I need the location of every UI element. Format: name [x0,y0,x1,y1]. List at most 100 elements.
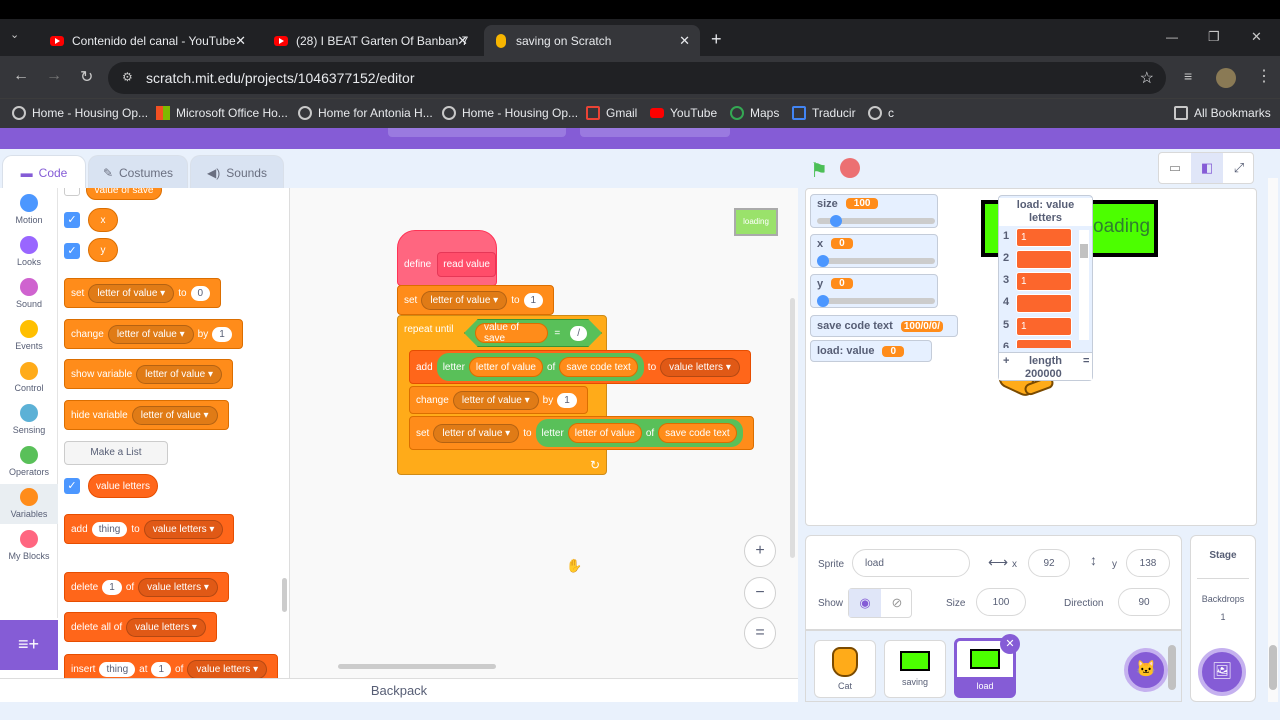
reporter-y[interactable]: y [88,238,118,262]
reporter-x[interactable]: x [88,208,118,232]
category-looks[interactable]: Looks [0,236,58,267]
script-add-to-list-block[interactable]: add letter letter of value of save code tex… [409,350,751,384]
reporter-value-letters[interactable]: value letters [88,474,158,498]
delete-sprite-icon[interactable]: ✕ [1000,634,1020,654]
address-bar[interactable]: ⚙ scratch.mit.edu/projects/1046377152/ed… [108,62,1166,94]
bookmark-3[interactable]: Home for Antonia H... [298,104,433,122]
show-eye-icon[interactable]: ◉ [849,589,881,617]
add-extension-button[interactable]: ≡+ [0,620,58,670]
list-item[interactable]: 1 [1016,272,1072,291]
reporter-value-of-save[interactable]: value of save [86,188,162,200]
list-scrollbar[interactable] [1079,230,1089,340]
checkbox-value-of-save[interactable] [64,188,80,196]
tab-costumes[interactable]: ✎ Costumes [88,155,188,189]
define-block-hat[interactable]: define read value [397,230,497,286]
block-add-to-list[interactable]: add thing to value letters [64,514,235,544]
script-set-block[interactable]: setletter of valueto1 [397,285,555,315]
y-input[interactable]: 138 [1126,549,1170,577]
checkbox-y[interactable]: ✓ [64,243,80,259]
list-item[interactable] [1016,294,1072,313]
block-hide-variable[interactable]: hide variable letter of value [64,400,229,430]
bookmark-gmail[interactable]: Gmail [586,104,637,122]
category-motion[interactable]: Motion [0,194,58,225]
tab-close-icon[interactable]: ✕ [457,33,468,49]
stage-canvas[interactable]: size 100 x0 y0 save code text 100/0/0/ loa… [805,188,1257,526]
y-slider[interactable] [817,295,935,307]
small-stage-icon[interactable]: ▭ [1159,153,1191,183]
monitor-x[interactable]: x0 [810,234,938,268]
x-input[interactable]: 92 [1028,549,1070,577]
block-delete-from-list[interactable]: delete 1 of value letters [64,572,229,602]
tab-close-icon[interactable]: ✕ [679,33,690,49]
green-flag-icon[interactable]: ⚑ [810,158,828,183]
category-variables[interactable]: Variables [0,484,58,524]
x-slider[interactable] [817,255,935,267]
menu-icon[interactable]: ⋮ [1256,66,1272,86]
bookmark-c[interactable]: c [868,104,894,122]
tab-sounds[interactable]: ◀) Sounds [190,155,284,189]
zoom-out-button[interactable]: − [744,577,776,609]
script-set-letter-block[interactable]: setletter of valueto letterletter of val… [409,416,754,450]
backpack-bar[interactable]: Backpack [0,678,798,702]
tab-youtube-content[interactable]: Contenido del canal - YouTube ✕ [38,25,256,56]
bookmark-4[interactable]: Home - Housing Op... [442,104,578,122]
tab-close-icon[interactable]: ✕ [235,33,246,49]
list-item[interactable]: 1 [1016,317,1072,336]
slider-knob[interactable] [829,215,842,227]
palette-scrollbar[interactable] [282,578,287,612]
workspace-h-scrollbar[interactable] [338,664,496,669]
list-item[interactable] [1016,339,1072,348]
category-control[interactable]: Control [0,362,58,393]
choose-sprite-button[interactable]: 🐱 [1124,648,1168,692]
zoom-in-button[interactable]: + [744,535,776,567]
choose-backdrop-button[interactable]: 🖼 [1198,648,1246,696]
script-change-block[interactable]: changeletter of valueby1 [409,386,588,414]
checkbox-x[interactable]: ✓ [64,212,80,228]
sprite-thumb-saving[interactable]: saving [884,640,946,698]
letter-of-reporter[interactable]: letter letter of value of save code text [535,419,743,447]
profile-avatar[interactable] [1216,68,1236,88]
bookmark-star-icon[interactable]: ☆ [1140,68,1154,88]
category-events[interactable]: Events [0,320,58,351]
monitor-save-code-text[interactable]: save code text 100/0/0/ [810,315,958,337]
bookmark-youtube[interactable]: YouTube [650,104,717,122]
block-delete-all-of-list[interactable]: delete all of value letters [64,612,217,642]
direction-input[interactable]: 90 [1118,588,1170,616]
letter-of-reporter[interactable]: letter letter of value of save code text [436,353,644,381]
monitor-y[interactable]: y0 [810,274,938,308]
sprite-name-input[interactable]: load [852,549,970,577]
list-item[interactable] [1016,250,1072,269]
tab-scratch[interactable]: saving on Scratch ✕ [484,25,700,56]
equals-condition[interactable]: value of save = / [464,319,602,347]
category-sound[interactable]: Sound [0,278,58,309]
size-slider[interactable] [817,215,935,227]
hide-eye-icon[interactable]: ⊘ [881,589,913,617]
block-change-variable[interactable]: changeletter of valueby1 [64,319,243,349]
slider-knob[interactable] [817,255,829,267]
back-icon[interactable]: ← [13,67,29,85]
forward-icon[interactable]: → [46,67,62,85]
restore-button[interactable]: ❐ [1208,29,1220,45]
checkbox-value-letters[interactable]: ✓ [64,478,80,494]
category-operators[interactable]: Operators [0,446,58,477]
bookmark-maps[interactable]: Maps [730,104,779,122]
script-workspace[interactable]: loading define read value set letter of v… [290,188,798,678]
list-monitor-value-letters[interactable]: load: value letters 1 1 2 3 1 4 5 1 6 + … [998,195,1093,381]
media-control-icon[interactable]: ≡ [1184,68,1192,84]
list-item[interactable]: 1 [1016,228,1072,247]
new-tab-button[interactable]: + [711,29,722,50]
site-info-icon[interactable]: ⚙ [122,70,133,84]
loading-preview-note[interactable]: loading [734,208,778,236]
bookmark-2[interactable]: Microsoft Office Ho... [156,104,288,122]
normal-stage-icon[interactable]: ◧ [1191,153,1223,183]
block-insert-into-list[interactable]: insert thing at 1 of value letters [64,654,279,678]
stop-icon[interactable] [840,158,860,178]
block-set-variable[interactable]: setletter of valueto0 [64,278,222,308]
monitor-size[interactable]: size 100 [810,194,938,228]
reload-icon[interactable]: ↻ [80,67,93,87]
size-input[interactable]: 100 [976,588,1026,616]
bookmark-translate[interactable]: Traducir [792,104,856,122]
list-add-button[interactable]: + [1003,355,1009,367]
sprite-list-scrollbar[interactable] [1168,645,1176,690]
tab-search-icon[interactable]: ⌄ [10,28,19,41]
